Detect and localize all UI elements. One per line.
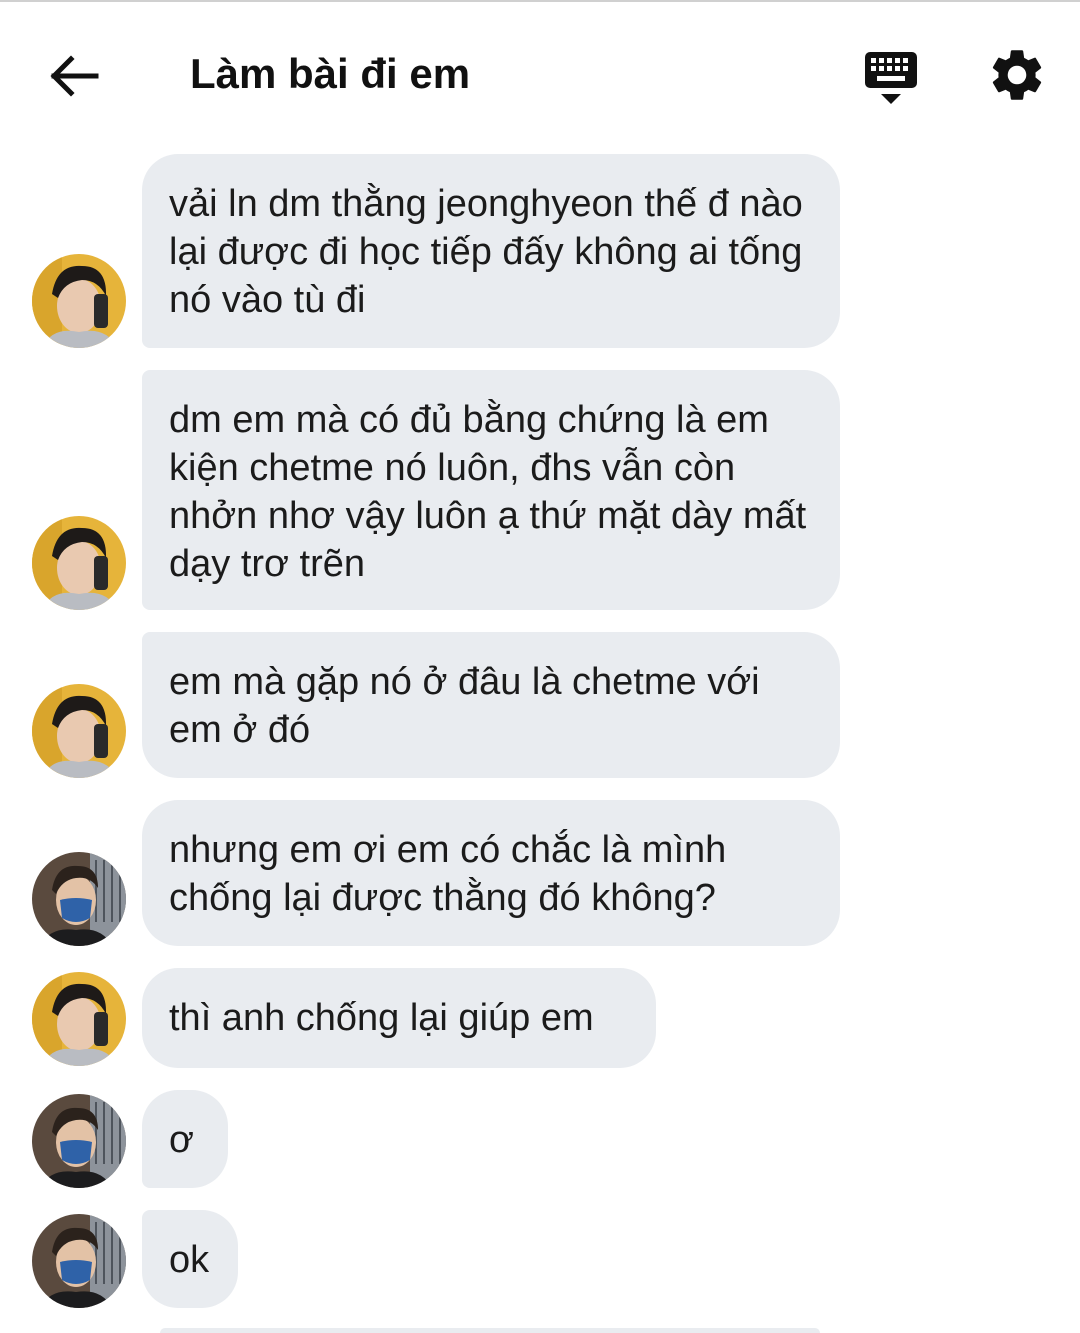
next-message-edge (160, 1328, 820, 1333)
message-bubble[interactable]: dm em mà có đủ bằng chứng là em kiện che… (142, 370, 840, 610)
chat-header: Làm bài đi em (0, 2, 1080, 142)
avatar[interactable] (32, 852, 126, 946)
message-text: vải ln dm thằng jeonghyeon thế đ nào lại… (169, 183, 803, 321)
message-text: em mà gặp nó ở đâu là chetme với em ở đó (169, 661, 760, 751)
arrow-left-icon (50, 55, 99, 97)
avatar[interactable] (32, 1214, 126, 1308)
message-text: nhưng em ơi em có chắc là mình chống lại… (169, 829, 727, 919)
message-bubble[interactable]: ok (142, 1210, 238, 1308)
message-bubble[interactable]: vải ln dm thằng jeonghyeon thế đ nào lại… (142, 154, 840, 348)
message-text: dm em mà có đủ bằng chứng là em kiện che… (169, 399, 807, 585)
keyboard-icon (865, 52, 917, 104)
keyboard-button[interactable] (858, 46, 924, 108)
message-bubble[interactable]: thì anh chống lại giúp em (142, 968, 656, 1068)
message-bubble[interactable]: em mà gặp nó ở đâu là chetme với em ở đó (142, 632, 840, 778)
settings-button[interactable] (986, 44, 1048, 106)
avatar[interactable] (32, 1094, 126, 1188)
gear-icon (992, 50, 1042, 100)
avatar[interactable] (32, 684, 126, 778)
message-text: ơ (169, 1119, 194, 1161)
message-text: ok (169, 1239, 210, 1281)
conversation-title: Làm bài đi em (190, 50, 471, 97)
back-button[interactable] (44, 46, 104, 106)
avatar[interactable] (32, 972, 126, 1066)
avatar[interactable] (32, 516, 126, 610)
message-bubble[interactable]: ơ (142, 1090, 228, 1188)
avatar[interactable] (32, 254, 126, 348)
message-text: thì anh chống lại giúp em (169, 997, 594, 1039)
message-bubble[interactable]: nhưng em ơi em có chắc là mình chống lại… (142, 800, 840, 946)
